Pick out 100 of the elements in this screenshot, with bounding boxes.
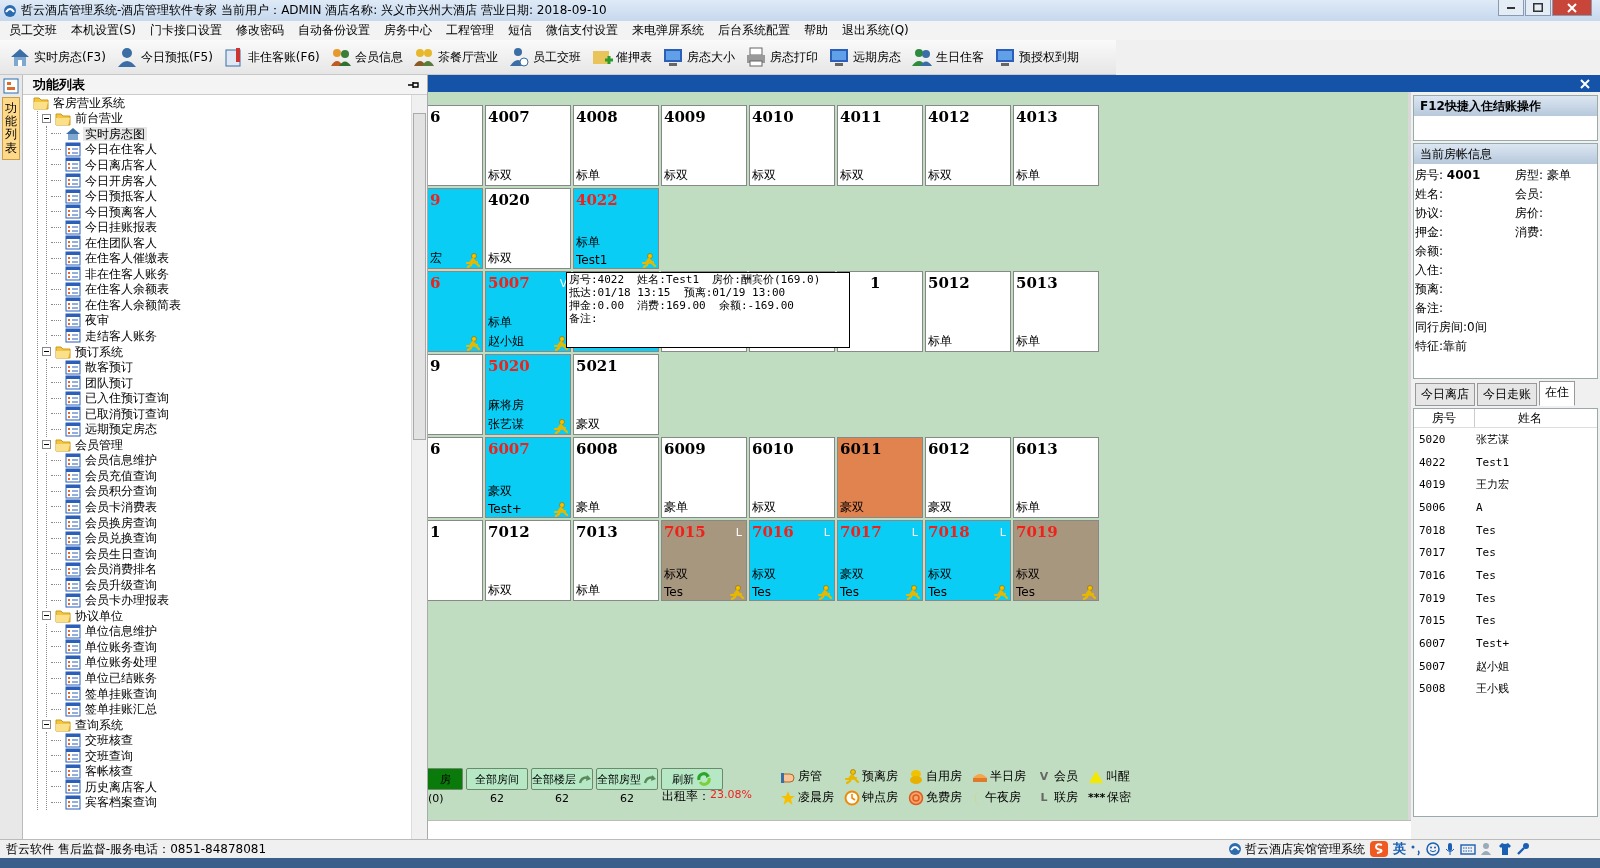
room-tile[interactable]: 6009 豪单: [661, 437, 747, 518]
room-tile[interactable]: 6: [428, 105, 483, 186]
tab[interactable]: 今日走账: [1477, 383, 1537, 406]
tree-item[interactable]: 夜审: [83, 313, 111, 328]
toolbar-button[interactable]: 非住客账(F6): [219, 42, 323, 72]
tree-item[interactable]: 在住客人催缴表: [83, 251, 171, 266]
menu-item[interactable]: 退出系统(Q): [835, 22, 916, 39]
tree-item[interactable]: 会员积分查询: [83, 484, 159, 499]
tree-item[interactable]: 今日开房客人: [83, 173, 159, 188]
tree-item[interactable]: 会员生日查询: [83, 546, 159, 561]
tree-item[interactable]: 前台营业: [73, 111, 125, 126]
tree-item[interactable]: 今日离店客人: [83, 157, 159, 172]
collapse-toggle[interactable]: [42, 611, 51, 621]
room-tile[interactable]: 4013 标单: [1013, 105, 1099, 186]
toolbar-button[interactable]: 实时房态(F3): [6, 42, 109, 72]
toolbar-button[interactable]: 茶餐厅营业: [409, 42, 501, 72]
scroll-thumb[interactable]: [413, 113, 426, 440]
tree-item[interactable]: 会员升级查询: [83, 577, 159, 592]
tree-item[interactable]: 查询系统: [73, 717, 125, 732]
toolbar-button[interactable]: 员工交班: [504, 42, 584, 72]
room-tile[interactable]: 9 宏: [428, 188, 483, 269]
room-tile[interactable]: 4020 标双: [485, 188, 571, 269]
collapse-toggle[interactable]: [42, 440, 51, 450]
room-tile[interactable]: 6: [428, 437, 483, 518]
room-tile[interactable]: 5020 麻将房 张艺谋: [485, 354, 571, 435]
tree-item[interactable]: 在住客人余额表: [83, 282, 171, 297]
tree-item[interactable]: 单位账务处理: [83, 655, 159, 670]
tree-item[interactable]: 会员换房查询: [83, 515, 159, 530]
menu-item[interactable]: 工程管理: [439, 22, 501, 39]
room-tile[interactable]: 5013 标单: [1013, 271, 1099, 352]
tree-item[interactable]: 已入住预订查询: [83, 391, 171, 406]
filter-button[interactable]: 全部房间: [466, 768, 528, 790]
tree-item[interactable]: 交班核查: [83, 733, 135, 748]
filter-button[interactable]: 刷新: [661, 768, 723, 790]
tree-item[interactable]: 今日在住客人: [83, 142, 159, 157]
room-tile[interactable]: 4011 标双: [837, 105, 923, 186]
tree-item[interactable]: 会员卡消费表: [83, 500, 159, 514]
tree-item[interactable]: 今日预抵客人: [83, 189, 159, 204]
tree-item[interactable]: 今日挂账报表: [83, 220, 159, 235]
tree-item[interactable]: 客帐核查: [83, 764, 135, 779]
tree-item[interactable]: 协议单位: [73, 608, 125, 623]
tree-item[interactable]: 会员消费排名: [83, 562, 159, 577]
tree-item[interactable]: 单位已结账务: [83, 671, 159, 685]
minimize-button[interactable]: [1498, 0, 1524, 16]
scrollbar[interactable]: [411, 95, 427, 839]
room-tile[interactable]: 6012 豪双: [925, 437, 1011, 518]
room-tile[interactable]: 7018 L 标双 Tes: [925, 520, 1011, 601]
menu-item[interactable]: 自动备份设置: [291, 22, 377, 39]
room-tile[interactable]: 6008 豪单: [573, 437, 659, 518]
tab[interactable]: 今日离店: [1415, 383, 1475, 406]
toolbar-button[interactable]: 预授权到期: [990, 42, 1082, 72]
room-tile[interactable]: 4007 标双: [485, 105, 571, 186]
room-tile[interactable]: 7016 L 标双 Tes: [749, 520, 835, 601]
toolbar-button[interactable]: 房态打印: [741, 42, 821, 72]
tree-item[interactable]: 非在住客人账务: [83, 266, 171, 281]
room-tile[interactable]: 4008 标单: [573, 105, 659, 186]
tree-item[interactable]: 散客预订: [83, 360, 135, 375]
tree-item[interactable]: 会员充值查询: [83, 468, 159, 483]
room-tile[interactable]: 6007 豪双 Test+: [485, 437, 571, 518]
tree-item[interactable]: 签单挂账查询: [83, 686, 159, 701]
tree-item[interactable]: 预订系统: [73, 344, 125, 359]
filter-button[interactable]: 房: [428, 768, 463, 790]
tree-item[interactable]: 在住团队客人: [83, 235, 159, 250]
collapse-toggle[interactable]: [42, 720, 51, 730]
tree-item[interactable]: 在住客人余额简表: [83, 297, 183, 312]
tree-item[interactable]: 今日预离客人: [83, 204, 159, 219]
toolbar-button[interactable]: 会员信息: [326, 42, 406, 72]
room-tile[interactable]: 5021 豪双: [573, 354, 659, 435]
tree-item[interactable]: 会员管理: [73, 437, 125, 452]
menu-item[interactable]: 微信支付设置: [539, 22, 625, 39]
room-tile[interactable]: 5012 标单: [925, 271, 1011, 352]
tree-item[interactable]: 实时房态图: [83, 126, 147, 141]
room-tile[interactable]: 4010 标双: [749, 105, 835, 186]
collapse-toggle[interactable]: [42, 347, 51, 356]
tree-item[interactable]: 宾客档案查询: [83, 795, 159, 810]
side-tab[interactable]: 功能列表: [2, 97, 20, 160]
tree-item[interactable]: 历史离店客人: [83, 779, 159, 794]
room-tile[interactable]: 1: [428, 520, 483, 601]
tree-item[interactable]: 会员卡办理报表: [83, 593, 171, 608]
tree-item[interactable]: 交班查询: [83, 748, 135, 763]
room-tile[interactable]: 7015 L 标双 Tes: [661, 520, 747, 601]
toolbar-button[interactable]: 催押表: [587, 42, 655, 72]
taskbar-item[interactable]: 哲云酒店宾馆管理系统: [1228, 840, 1365, 858]
collapse-toggle[interactable]: [42, 113, 51, 123]
tree-item[interactable]: 签单挂账汇总: [83, 702, 159, 717]
room-tile[interactable]: 7013 标单: [573, 520, 659, 601]
room-tile[interactable]: 7012 标双: [485, 520, 571, 601]
input-mode[interactable]: 英: [1393, 840, 1406, 858]
column-header[interactable]: 姓名: [1475, 409, 1585, 427]
toolbar-button[interactable]: 生日住客: [907, 42, 987, 72]
room-tile[interactable]: 6010 标双: [749, 437, 835, 518]
filter-button[interactable]: 全部楼层: [531, 768, 593, 790]
menu-item[interactable]: 帮助: [797, 22, 835, 39]
room-tile[interactable]: 6011 豪双: [837, 437, 923, 518]
tree-item[interactable]: 单位账务查询: [83, 639, 159, 654]
room-tile[interactable]: 9: [428, 354, 483, 435]
tree-item[interactable]: 客房营业系统: [51, 95, 127, 110]
tree-item[interactable]: 单位信息维护: [83, 624, 159, 639]
tree-item[interactable]: 会员信息维护: [83, 453, 159, 468]
toolbar-button[interactable]: 今日预抵(F5): [112, 42, 216, 72]
